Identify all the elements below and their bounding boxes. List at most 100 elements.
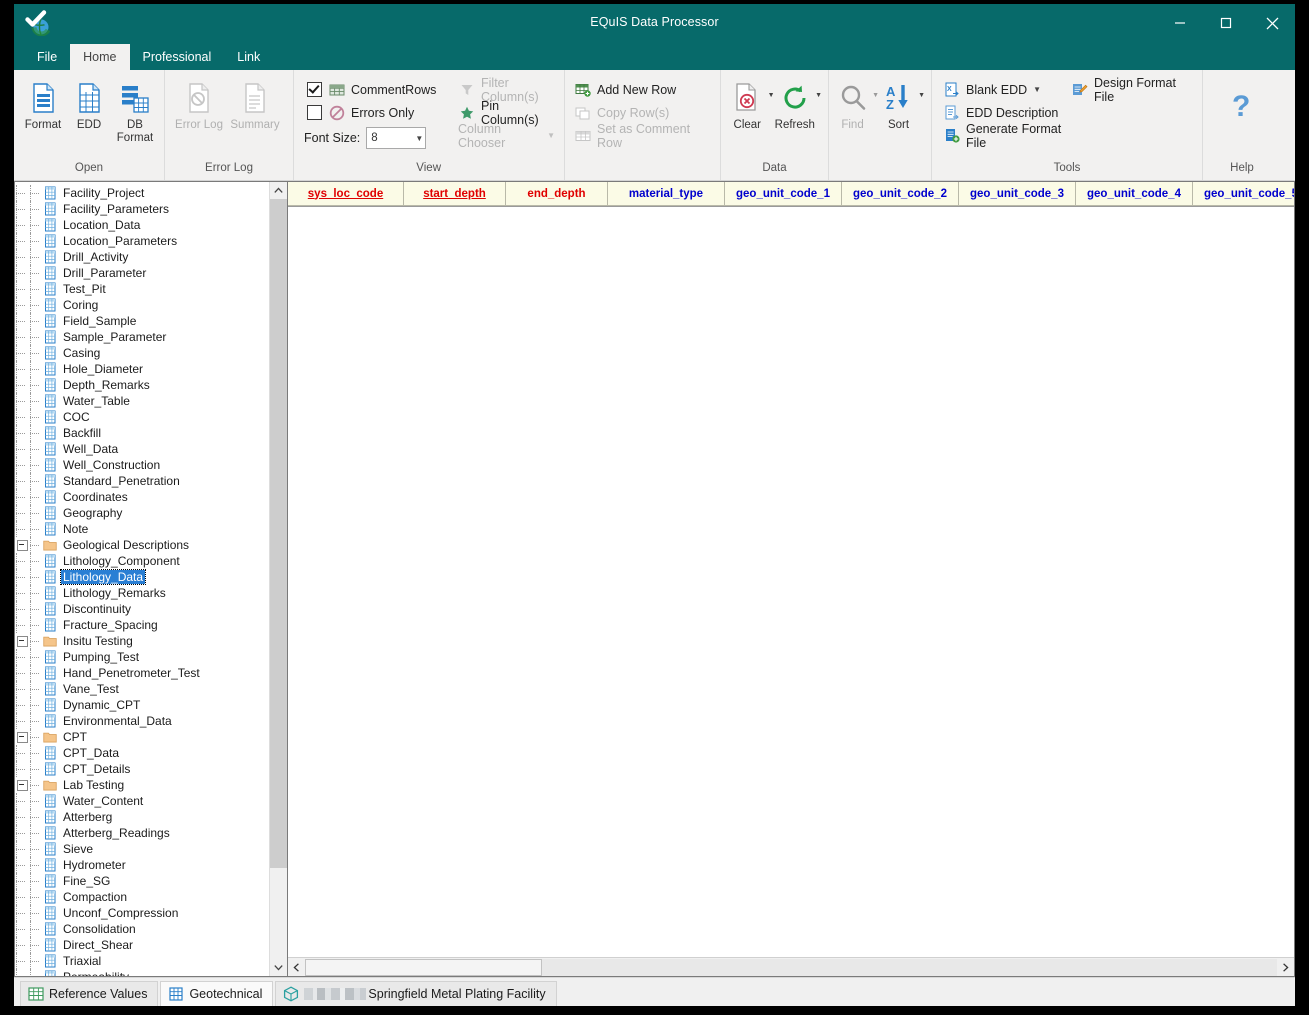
grid-scroll-track[interactable] — [305, 958, 1277, 976]
close-button[interactable] — [1249, 4, 1295, 42]
add-new-row-item[interactable]: Add New Row — [571, 78, 679, 101]
find-button[interactable]: Find — [833, 76, 872, 132]
set-as-comment-row-item[interactable]: Set as Comment Row — [571, 122, 714, 150]
tree-table-item[interactable]: Coring — [15, 297, 269, 313]
status-tab[interactable]: Reference Values — [20, 981, 159, 1006]
tree-table-item[interactable]: CPT_Details — [15, 761, 269, 777]
status-tab[interactable]: Geotechnical — [160, 981, 274, 1006]
db-format-button[interactable]: DB Format — [112, 76, 158, 145]
tree-table-item[interactable]: Direct_Shear — [15, 937, 269, 953]
tree-table-item[interactable]: Permeability — [15, 969, 269, 976]
tree-table-item[interactable]: Field_Sample — [15, 313, 269, 329]
tree-table-item[interactable]: Facility_Parameters — [15, 201, 269, 217]
format-button[interactable]: Format — [20, 76, 66, 132]
section-tree[interactable]: Facility_Project Facility_Parameters Locat… — [15, 182, 269, 976]
comment-rows-row[interactable]: CommentRows — [304, 78, 439, 101]
tree-table-item[interactable]: Vane_Test — [15, 681, 269, 697]
tree-table-item[interactable]: Location_Data — [15, 217, 269, 233]
tree-table-item[interactable]: Lithology_Remarks — [15, 585, 269, 601]
column-header[interactable]: geo_unit_code_2 — [842, 182, 959, 206]
refresh-button[interactable]: Refresh — [775, 76, 816, 132]
tree-folder-item[interactable]: Geological Descriptions — [15, 537, 269, 553]
tree-table-item[interactable]: Consolidation — [15, 921, 269, 937]
sort-button[interactable]: A Z Sort — [879, 76, 918, 132]
column-header[interactable]: geo_unit_code_4 — [1076, 182, 1193, 206]
tree-table-item[interactable]: Pumping_Test — [15, 649, 269, 665]
tree-table-item[interactable]: Geography — [15, 505, 269, 521]
tree-scroll-thumb[interactable] — [270, 199, 287, 868]
tree-table-item[interactable]: Hand_Penetrometer_Test — [15, 665, 269, 681]
tree-table-item[interactable]: Coordinates — [15, 489, 269, 505]
tree-table-item[interactable]: Test_Pit — [15, 281, 269, 297]
find-menu-chevron-down-icon[interactable]: ▼ — [872, 92, 879, 99]
tree-scroll-track[interactable] — [270, 199, 287, 959]
tree-table-item[interactable]: Triaxial — [15, 953, 269, 969]
column-header[interactable]: sys_loc_code — [288, 182, 404, 206]
blank-edd-item[interactable]: X Blank EDD ▼ — [940, 78, 1068, 101]
scroll-down-chevron-down-icon[interactable] — [270, 959, 287, 976]
sort-menu-chevron-down-icon[interactable]: ▼ — [918, 92, 925, 99]
tree-table-item[interactable]: Unconf_Compression — [15, 905, 269, 921]
ribbon-tab-file[interactable]: File — [24, 44, 70, 70]
expand-collapse-minus-icon[interactable] — [15, 777, 29, 793]
tree-vertical-scrollbar[interactable] — [269, 182, 287, 976]
column-header[interactable]: end_depth — [506, 182, 608, 206]
comment-rows-checkbox[interactable] — [307, 82, 322, 97]
tree-table-item[interactable]: Drill_Parameter — [15, 265, 269, 281]
tree-table-item[interactable]: Lithology_Data — [15, 569, 269, 585]
tree-table-item[interactable]: Lithology_Component — [15, 553, 269, 569]
data-grid-body[interactable] — [288, 207, 1294, 957]
tree-table-item[interactable]: Standard_Penetration — [15, 473, 269, 489]
column-header[interactable]: start_depth — [404, 182, 506, 206]
clear-menu-chevron-down-icon[interactable]: ▼ — [768, 92, 775, 99]
status-tab[interactable]: Springfield Metal Plating Facility — [275, 981, 557, 1006]
tree-table-item[interactable]: Environmental_Data — [15, 713, 269, 729]
expand-collapse-minus-icon[interactable] — [15, 729, 29, 745]
tree-table-item[interactable]: Hydrometer — [15, 857, 269, 873]
tree-table-item[interactable]: Fine_SG — [15, 873, 269, 889]
help-button[interactable]: ? — [1220, 84, 1264, 124]
tree-table-item[interactable]: Water_Table — [15, 393, 269, 409]
font-size-combobox[interactable]: 8 ▼ — [366, 127, 427, 149]
tree-table-item[interactable]: Atterberg — [15, 809, 269, 825]
errors-only-checkbox[interactable] — [307, 105, 322, 120]
summary-button[interactable]: Summary — [227, 76, 283, 132]
errors-only-row[interactable]: Errors Only — [304, 101, 417, 124]
tree-table-item[interactable]: Sample_Parameter — [15, 329, 269, 345]
tree-table-item[interactable]: Backfill — [15, 425, 269, 441]
blank-edd-chevron-down-icon[interactable]: ▼ — [1033, 85, 1041, 94]
ribbon-tab-link[interactable]: Link — [224, 44, 273, 70]
column-header[interactable]: geo_unit_code_3 — [959, 182, 1076, 206]
column-header[interactable]: material_type — [608, 182, 725, 206]
tree-table-item[interactable]: Location_Parameters — [15, 233, 269, 249]
tree-table-item[interactable]: Discontinuity — [15, 601, 269, 617]
chevron-down-icon[interactable]: ▼ — [547, 131, 555, 140]
tree-table-item[interactable]: Well_Construction — [15, 457, 269, 473]
tree-table-item[interactable]: Drill_Activity — [15, 249, 269, 265]
tree-table-item[interactable]: Depth_Remarks — [15, 377, 269, 393]
tree-table-item[interactable]: Sieve — [15, 841, 269, 857]
tree-table-item[interactable]: Dynamic_CPT — [15, 697, 269, 713]
expand-collapse-minus-icon[interactable] — [15, 633, 29, 649]
clear-button[interactable]: Clear — [727, 76, 768, 132]
minimize-button[interactable] — [1157, 4, 1203, 42]
maximize-button[interactable] — [1203, 4, 1249, 42]
ribbon-tab-home[interactable]: Home — [70, 44, 130, 70]
tree-folder-item[interactable]: Insitu Testing — [15, 633, 269, 649]
ribbon-tab-professional[interactable]: Professional — [130, 44, 225, 70]
edd-button[interactable]: EDD — [66, 76, 112, 132]
tree-folder-item[interactable]: Lab Testing — [15, 777, 269, 793]
column-chooser-item[interactable]: Column Chooser ▼ — [455, 122, 558, 150]
tree-table-item[interactable]: CPT_Data — [15, 745, 269, 761]
tree-table-item[interactable]: Hole_Diameter — [15, 361, 269, 377]
column-header[interactable]: geo_unit_code_5 — [1193, 182, 1294, 206]
chevron-down-icon[interactable]: ▼ — [415, 134, 423, 143]
tree-table-item[interactable]: Fracture_Spacing — [15, 617, 269, 633]
tree-table-item[interactable]: Well_Data — [15, 441, 269, 457]
design-format-file-item[interactable]: Design Format File — [1068, 76, 1196, 104]
tree-table-item[interactable]: COC — [15, 409, 269, 425]
tree-table-item[interactable]: Compaction — [15, 889, 269, 905]
tree-table-item[interactable]: Casing — [15, 345, 269, 361]
tree-table-item[interactable]: Water_Content — [15, 793, 269, 809]
grid-horizontal-scrollbar[interactable] — [288, 957, 1294, 976]
